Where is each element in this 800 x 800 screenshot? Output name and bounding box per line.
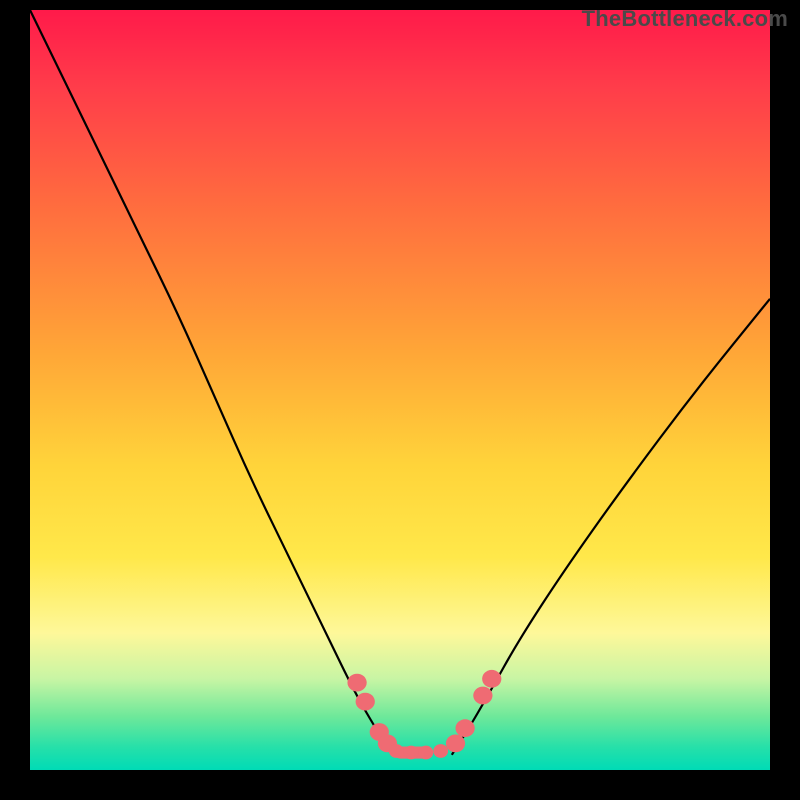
marker-bead xyxy=(389,744,404,758)
marker-bead xyxy=(347,674,366,692)
app-frame: TheBottleneck.com xyxy=(0,0,800,800)
marker-bead xyxy=(456,719,475,737)
markers-group xyxy=(347,670,501,759)
marker-bead xyxy=(419,746,434,760)
marker-bead xyxy=(356,693,375,711)
marker-bead xyxy=(482,670,501,688)
curve-left xyxy=(30,10,393,755)
marker-bead xyxy=(433,744,448,758)
watermark-text: TheBottleneck.com xyxy=(582,6,788,32)
marker-bead xyxy=(404,746,419,760)
marker-bead xyxy=(446,735,465,753)
curve-right xyxy=(452,299,770,755)
marker-bead xyxy=(473,687,492,705)
chart-svg xyxy=(30,10,770,770)
